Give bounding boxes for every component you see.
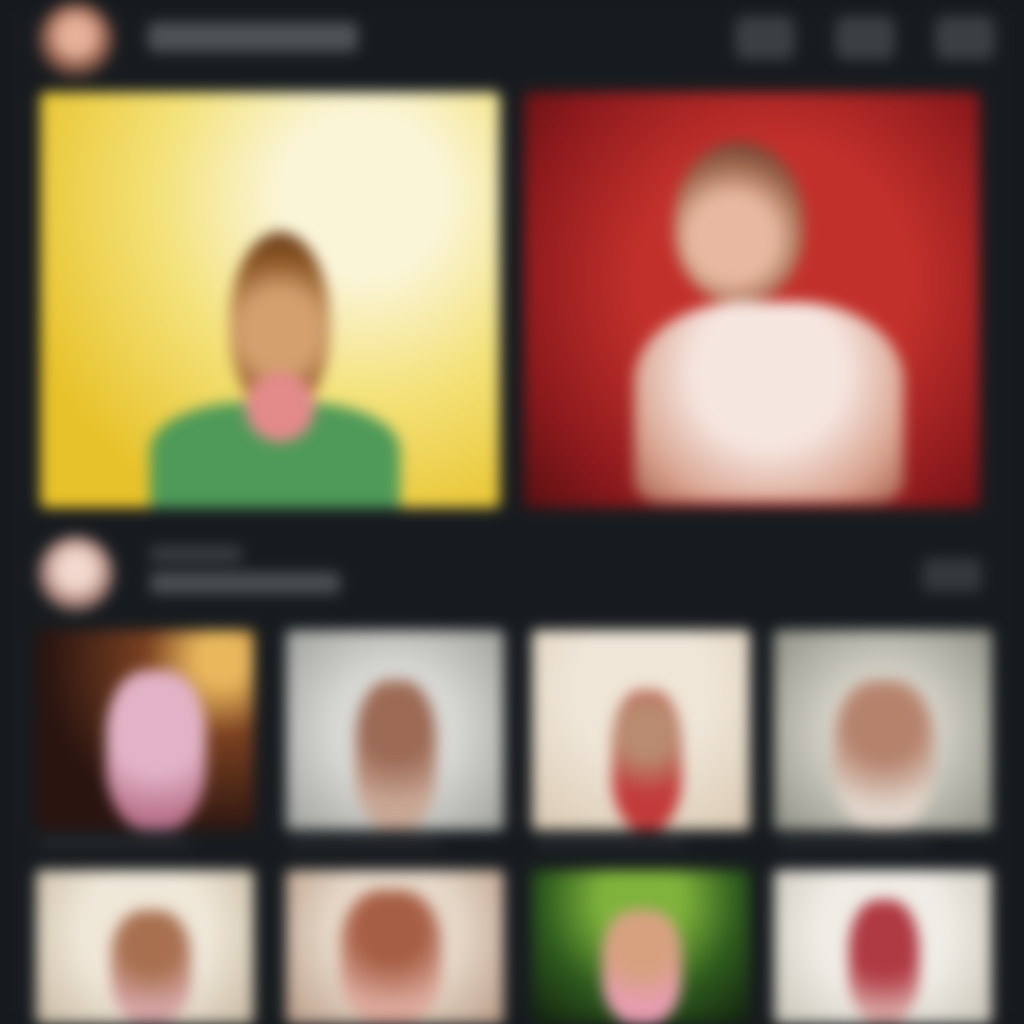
video-thumbnail[interactable] <box>532 870 750 1024</box>
thumbnail-caption <box>536 838 686 848</box>
thumbnail-subject <box>612 690 682 830</box>
thumbnail-subject <box>834 680 934 830</box>
video-thumbnail[interactable] <box>286 630 504 830</box>
thumbnail-subject <box>111 910 191 1024</box>
thumbnail-subject <box>602 910 682 1024</box>
thumbnail-caption <box>778 838 928 848</box>
action-icon[interactable] <box>935 16 995 60</box>
thumbnail-caption <box>290 838 440 848</box>
thumbnail-subject <box>341 890 441 1024</box>
app-window <box>0 0 1024 1024</box>
video-thumbnail[interactable] <box>36 630 254 830</box>
thumbnail-subject <box>106 670 206 830</box>
thumbnail-subject <box>849 900 919 1024</box>
section-header <box>0 528 1024 618</box>
thumbnail-image <box>150 212 410 508</box>
thumbnail-subject <box>634 302 904 502</box>
thumbnail-subject <box>674 142 804 302</box>
action-icon[interactable] <box>735 16 795 60</box>
section-subtitle <box>150 572 340 594</box>
video-thumbnail[interactable] <box>774 630 992 830</box>
featured-card[interactable] <box>524 92 980 508</box>
video-thumbnail[interactable] <box>532 630 750 830</box>
profile-avatar[interactable] <box>38 2 114 78</box>
video-thumbnail[interactable] <box>774 870 992 1024</box>
section-avatar[interactable] <box>38 536 114 612</box>
thumbnail-caption <box>40 838 190 848</box>
video-thumbnail[interactable] <box>286 870 504 1024</box>
thumbnail-subject <box>356 680 436 830</box>
more-button[interactable] <box>922 558 982 592</box>
video-thumbnail[interactable] <box>36 870 254 1024</box>
action-icon[interactable] <box>835 16 895 60</box>
section-title <box>150 546 242 562</box>
featured-card[interactable] <box>40 92 500 508</box>
thumbnail-subject <box>245 372 315 442</box>
channel-title <box>148 22 358 52</box>
top-bar <box>0 0 1024 80</box>
thumbnail-image <box>634 112 914 508</box>
